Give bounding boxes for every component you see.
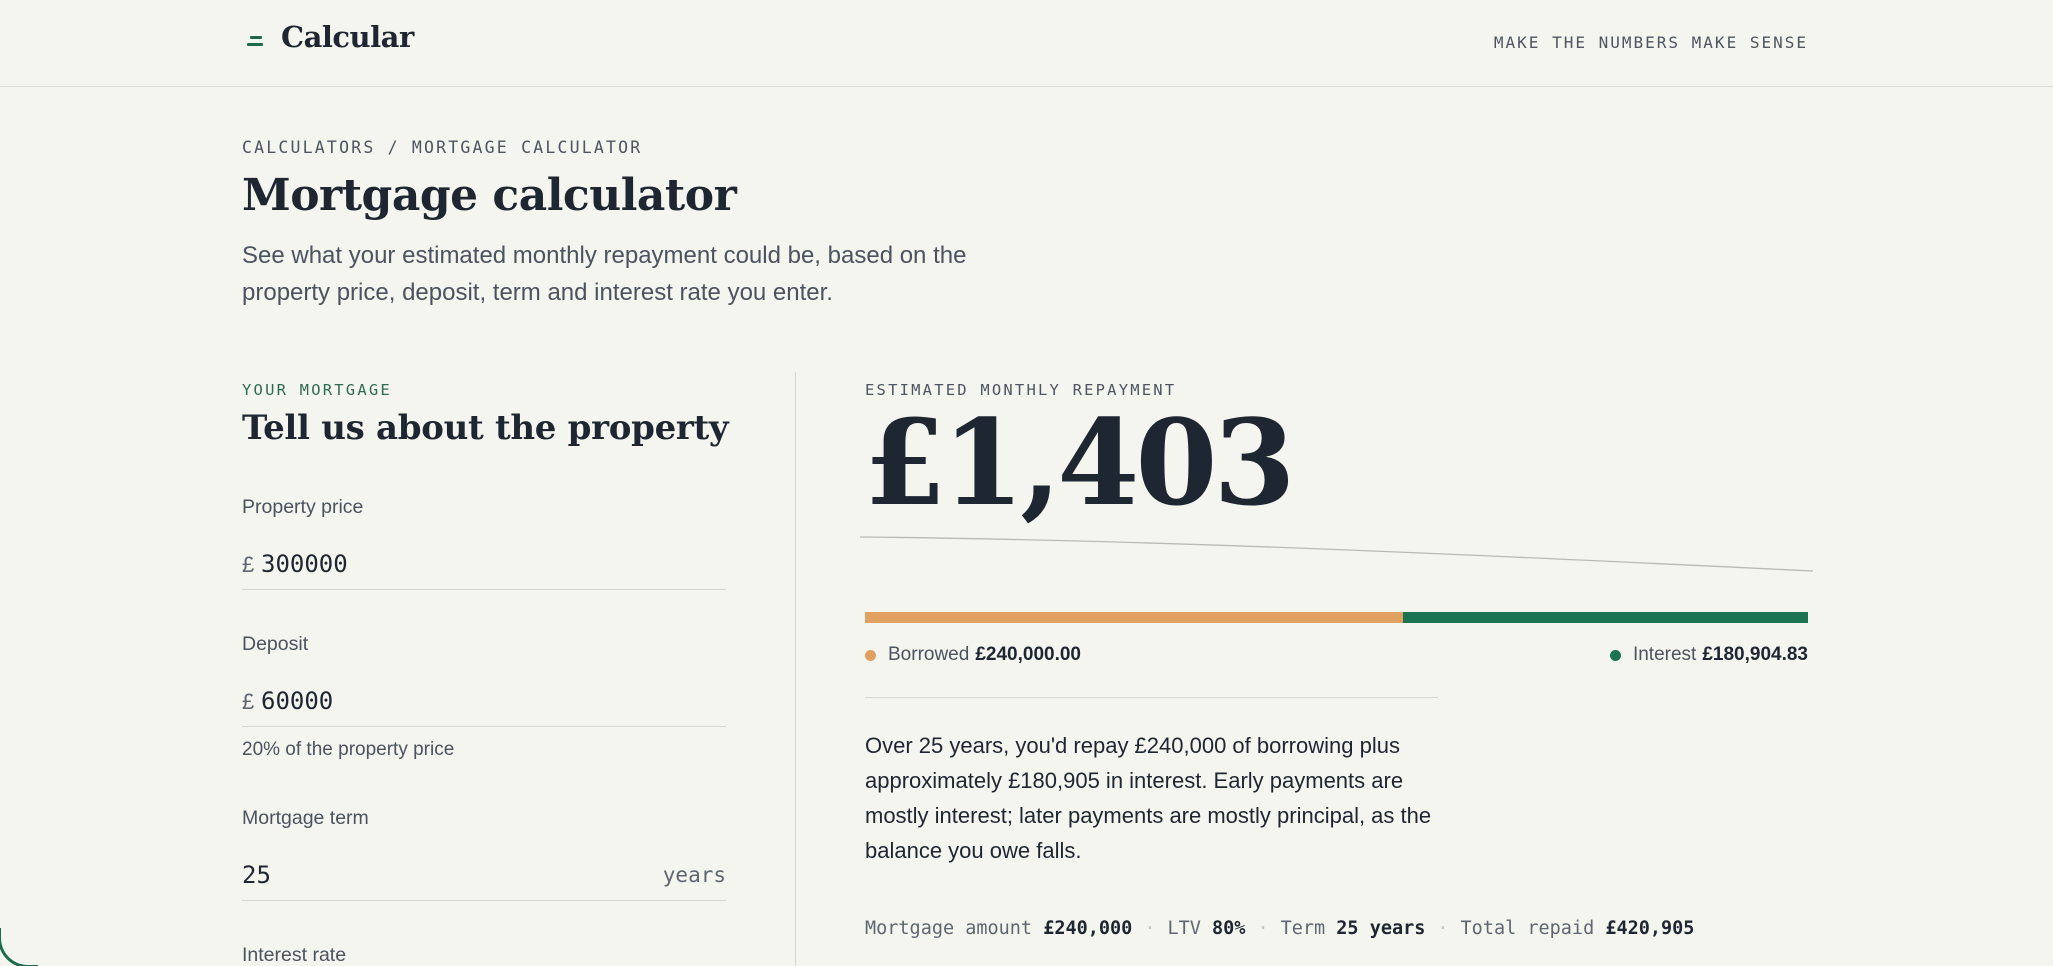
interest-value: £180,904.83 <box>1702 644 1808 665</box>
monthly-repayment-amount: £1,403 <box>864 393 1296 532</box>
term-label: Term <box>1280 918 1326 939</box>
balance-trend-line <box>860 536 1814 572</box>
total-repaid-label: Total repaid <box>1460 918 1595 939</box>
form-eyebrow: YOUR MORTGAGE <box>242 381 392 399</box>
ltv-value: 80% <box>1212 918 1246 939</box>
corner-accent <box>0 928 38 966</box>
legend-interest: Interest £180,904.83 <box>1609 644 1808 666</box>
interest-dot-icon <box>1609 649 1621 661</box>
tagline: MAKE THE NUMBERS MAKE SENSE <box>1493 33 1808 52</box>
page-title: Mortgage calculator <box>242 170 737 221</box>
mortgage-term-label: Mortgage term <box>242 807 369 829</box>
currency-prefix: £ <box>242 689 255 714</box>
interest-label: Interest <box>1632 644 1697 665</box>
total-repaid-value: £420,905 <box>1605 918 1695 939</box>
logo-text[interactable]: Calcular <box>281 20 414 54</box>
repayment-split-bar <box>865 612 1808 623</box>
legend-borrowed: Borrowed £240,000.00 <box>865 644 1081 666</box>
interest-segment <box>1402 612 1808 623</box>
property-price-input[interactable] <box>261 550 561 578</box>
term-unit-suffix: years <box>662 863 726 887</box>
property-price-field[interactable]: £ <box>242 540 726 590</box>
column-divider <box>795 372 796 966</box>
mortgage-amount-label: Mortgage amount <box>865 918 1033 939</box>
borrowed-dot-icon <box>865 649 876 661</box>
ltv-label: LTV <box>1167 918 1201 939</box>
interest-rate-label: Interest rate <box>242 944 347 966</box>
summary-stats: Mortgage amount £240,000 · LTV 80% · Term 25… <box>865 918 1695 939</box>
repayment-explanation: Over 25 years, you'd repay £240,000 of b… <box>865 733 1432 863</box>
deposit-label: Deposit <box>242 633 309 655</box>
intro-text: See what your estimated monthly repaymen… <box>242 242 967 306</box>
deposit-input[interactable] <box>261 687 561 715</box>
term-value: 25 years <box>1336 918 1426 939</box>
mortgage-term-input[interactable] <box>242 861 542 889</box>
deposit-hint: 20% of the property price <box>242 739 455 760</box>
property-price-label: Property price <box>242 496 364 518</box>
mortgage-term-field[interactable]: years <box>242 851 726 901</box>
mortgage-amount-value: £240,000 <box>1043 918 1133 939</box>
borrowed-label: Borrowed <box>888 644 970 665</box>
borrowed-segment <box>865 612 1403 623</box>
breadcrumb[interactable]: CALCULATORS / MORTGAGE CALCULATOR <box>242 138 642 157</box>
page: Calcular MAKE THE NUMBERS MAKE SENSE CAL… <box>0 0 2053 966</box>
form-title: Tell us about the property <box>242 408 729 448</box>
top-bar: Calcular MAKE THE NUMBERS MAKE SENSE <box>0 0 2053 87</box>
deposit-field[interactable]: £ <box>242 677 726 727</box>
borrowed-value: £240,000.00 <box>975 644 1081 665</box>
logo-icon[interactable] <box>247 35 265 47</box>
currency-prefix: £ <box>242 552 255 577</box>
result-divider <box>865 697 1438 698</box>
